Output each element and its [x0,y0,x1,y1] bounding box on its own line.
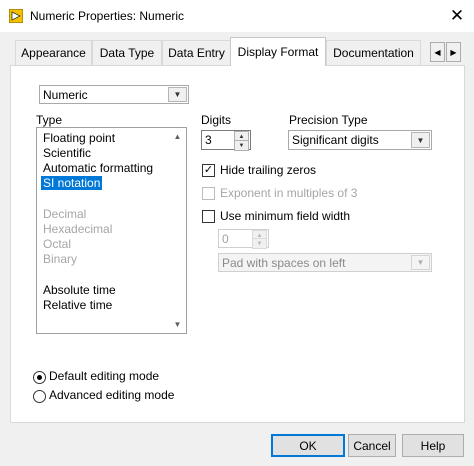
type-item-octal: Octal [43,237,72,251]
tab-documentation[interactable]: Documentation [326,40,421,65]
advanced-editing-mode-radio[interactable] [33,390,46,403]
field-width-value: 0 [222,232,229,246]
tab-data-entry[interactable]: Data Entry [162,40,231,65]
format-select[interactable]: Numeric ▼ [39,85,189,104]
digits-value: 3 [205,133,212,147]
chevron-down-icon: ▼ [411,132,430,148]
type-list-scrollbar[interactable]: ▲ ▼ [169,128,186,333]
digits-label: Digits [201,113,232,127]
tab-display-format[interactable]: Display Format [230,37,326,66]
advanced-editing-mode-label: Advanced editing mode [49,388,175,402]
tab-scroll-right-icon[interactable]: ▶ [446,42,461,62]
precision-type-select[interactable]: Significant digits ▼ [288,130,432,150]
type-label: Type [36,113,63,127]
cancel-button[interactable]: Cancel [348,434,396,457]
format-select-value: Numeric [43,88,88,102]
type-listbox[interactable]: Floating point Scientific Automatic form… [36,127,187,334]
scroll-up-icon[interactable]: ▲ [169,128,186,145]
padding-select-value: Pad with spaces on left [222,256,346,270]
type-item-decimal: Decimal [43,207,87,221]
hide-trailing-zeros-checkbox[interactable]: ✓ [202,164,215,177]
window-title: Numeric Properties: Numeric [30,9,185,23]
default-editing-mode-label: Default editing mode [49,369,160,383]
stepper-down-icon[interactable]: ▼ [234,140,249,151]
tab-scroll-left-icon[interactable]: ◀ [430,42,445,62]
scroll-down-icon[interactable]: ▼ [169,316,186,333]
close-icon[interactable]: ✕ [440,0,474,32]
default-editing-mode-radio[interactable] [33,371,46,384]
labview-app-icon [8,8,24,24]
min-field-width-label: Use minimum field width [220,209,351,223]
exponent-multiples-checkbox[interactable] [202,187,215,200]
type-item-si-notation[interactable]: SI notation [41,176,103,190]
type-item-floating-point[interactable]: Floating point [43,131,115,145]
type-item-automatic-formatting[interactable]: Automatic formatting [43,161,153,175]
tab-data-type[interactable]: Data Type [92,40,162,65]
tab-appearance[interactable]: Appearance [15,40,92,65]
type-item-binary: Binary [43,252,78,266]
padding-select[interactable]: Pad with spaces on left ▼ [218,253,432,272]
exponent-multiples-label: Exponent in multiples of 3 [220,186,358,200]
chevron-down-icon: ▼ [411,255,430,270]
ok-button[interactable]: OK [271,434,345,457]
help-button[interactable]: Help [402,434,464,457]
digits-stepper[interactable]: 3 ▲ ▼ [201,130,251,151]
stepper-down-icon[interactable]: ▼ [252,238,267,249]
type-item-scientific[interactable]: Scientific [43,146,91,160]
hide-trailing-zeros-label: Hide trailing zeros [220,163,317,177]
precision-type-label: Precision Type [289,113,368,127]
min-field-width-checkbox[interactable] [202,210,215,223]
type-item-hexadecimal: Hexadecimal [43,222,113,236]
type-item-absolute-time[interactable]: Absolute time [43,283,116,297]
field-width-stepper[interactable]: 0 ▲ ▼ [218,229,269,249]
precision-type-value: Significant digits [292,133,379,147]
chevron-down-icon: ▼ [168,87,187,102]
type-item-relative-time[interactable]: Relative time [43,298,112,312]
